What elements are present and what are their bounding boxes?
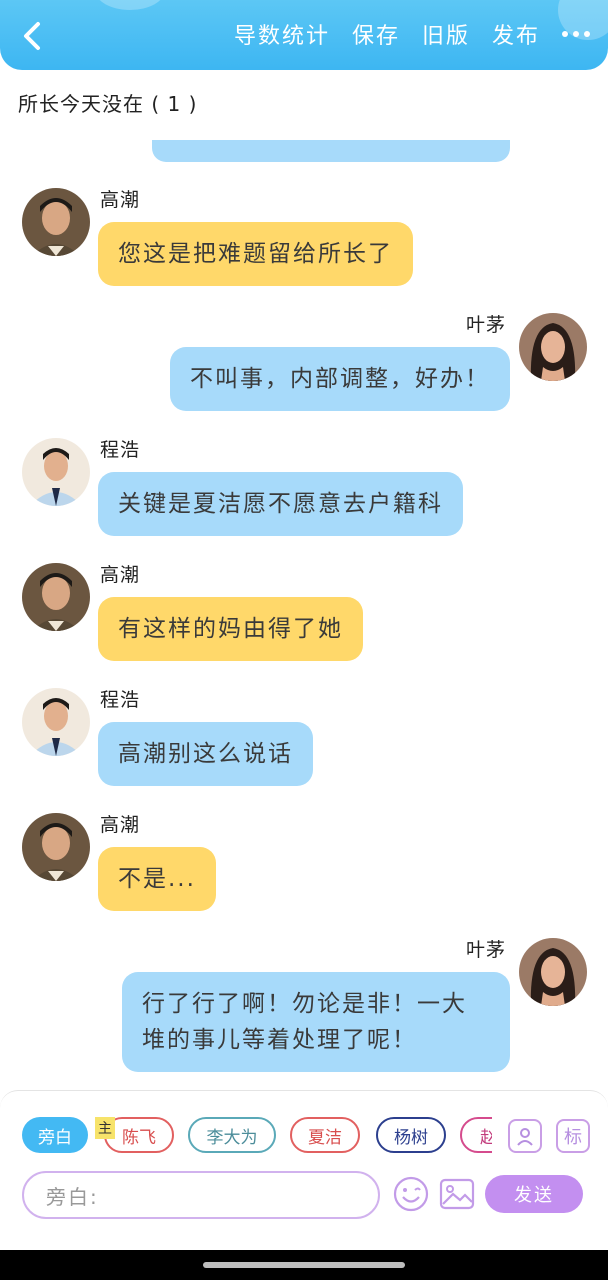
message-input[interactable]: 旁白: (22, 1171, 380, 1219)
role-chips: 旁白 陈飞 李大为 夏洁 杨树 赵 (22, 1117, 492, 1157)
person-outline-icon (517, 1128, 533, 1146)
chip-narrator[interactable]: 旁白 (22, 1117, 88, 1153)
sender-name: 叶茅 (466, 314, 507, 336)
person-icon (22, 188, 90, 256)
message-bubble[interactable]: 有这样的妈由得了她 (98, 597, 363, 661)
chat-area[interactable]: 高潮 您这是把难题留给所长了 叶茅 不叫事，内部调整，好办！ 程浩 关键是夏洁愿… (0, 140, 608, 1090)
more-button[interactable] (562, 31, 590, 37)
avatar[interactable] (519, 938, 587, 1006)
back-button[interactable] (18, 18, 50, 54)
home-indicator[interactable] (203, 1262, 405, 1268)
smiley-icon (393, 1176, 429, 1212)
sender-name: 程浩 (100, 689, 141, 711)
message-bubble[interactable]: 不是... (98, 847, 216, 911)
dot-icon (584, 31, 590, 37)
top-bar: 导数统计 保存 旧版 发布 (0, 0, 608, 70)
old-version-button[interactable]: 旧版 (422, 18, 470, 50)
chat-title: 所长今天没在 ( 1 ) (18, 92, 198, 116)
avatar[interactable] (22, 688, 90, 756)
person-icon (22, 563, 90, 631)
sender-name: 高潮 (100, 814, 141, 836)
person-icon (519, 313, 587, 381)
avatar[interactable] (519, 313, 587, 381)
message-bubble[interactable]: 行了行了啊！勿论是非！一大 堆的事儿等着处理了呢！ (122, 972, 510, 1072)
publish-button[interactable]: 发布 (492, 18, 540, 50)
tag-button[interactable]: 标 (556, 1119, 590, 1153)
dot-icon (573, 31, 579, 37)
contact-icon[interactable] (508, 1119, 542, 1153)
message-bubble[interactable]: 高潮别这么说话 (98, 722, 313, 786)
chip-zhao[interactable]: 赵 (460, 1117, 492, 1153)
sender-name: 叶茅 (466, 939, 507, 961)
avatar[interactable] (22, 438, 90, 506)
message-line: 行了行了啊！勿论是非！一大 (142, 991, 467, 1017)
sender-name: 高潮 (100, 564, 141, 586)
message-line: 堆的事儿等着处理了呢！ (142, 1027, 417, 1053)
chevron-left-icon (24, 22, 40, 50)
image-icon (439, 1178, 475, 1210)
message-bubble[interactable]: 关键是夏洁愿不愿意去户籍科 (98, 472, 463, 536)
avatar[interactable] (22, 563, 90, 631)
partial-message-bubble (152, 140, 510, 162)
send-button[interactable]: 发送 (485, 1175, 583, 1213)
message-bubble[interactable]: 不叫事，内部调整，好办！ (170, 347, 510, 411)
top-actions: 导数统计 保存 旧版 发布 (234, 18, 590, 50)
save-button[interactable]: 保存 (352, 18, 400, 50)
stats-button[interactable]: 导数统计 (234, 18, 330, 50)
person-icon (22, 688, 90, 756)
person-icon (22, 438, 90, 506)
main-badge: 主 (95, 1117, 115, 1139)
chip-yang-shu[interactable]: 杨树 (376, 1117, 446, 1153)
avatar[interactable] (22, 813, 90, 881)
person-icon (22, 813, 90, 881)
person-icon (519, 938, 587, 1006)
chip-xia-jie[interactable]: 夏洁 (290, 1117, 360, 1153)
chip-li-dawei[interactable]: 李大为 (188, 1117, 276, 1153)
sender-name: 程浩 (100, 439, 141, 461)
dot-icon (562, 31, 568, 37)
decor-blob (95, 0, 165, 10)
sender-name: 高潮 (100, 189, 141, 211)
tag-label: 标 (564, 1127, 582, 1148)
composer-panel: 旁白 陈飞 李大为 夏洁 杨树 赵 主 标 旁白: 发送 (0, 1090, 608, 1251)
emoji-button[interactable] (392, 1175, 430, 1213)
message-bubble[interactable]: 您这是把难题留给所长了 (98, 222, 413, 286)
image-button[interactable] (438, 1175, 476, 1213)
avatar[interactable] (22, 188, 90, 256)
